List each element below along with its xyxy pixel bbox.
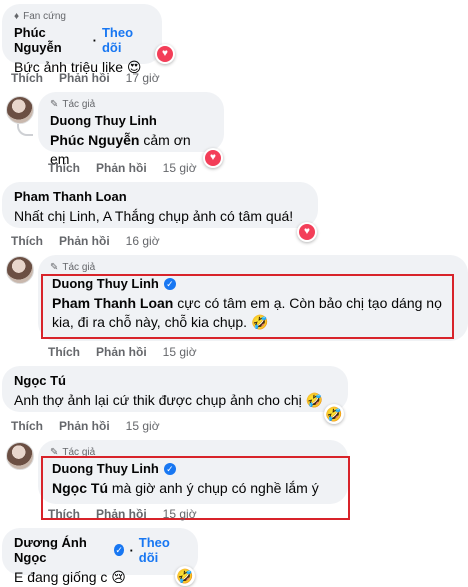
author-badge: Tác giả <box>62 99 96 110</box>
comment-bubble: Pham Thanh Loan Nhất chị Linh, A Thắng c… <box>2 182 318 228</box>
avatar[interactable] <box>6 442 34 470</box>
timestamp[interactable]: 16 giờ <box>126 234 160 248</box>
like-button[interactable]: Thích <box>48 507 80 521</box>
thread-line <box>17 124 33 136</box>
commenter-name[interactable]: Pham Thanh Loan <box>14 189 127 204</box>
comment-actions: Thích Phản hồi 17 giờ <box>11 71 160 85</box>
commenter-name[interactable]: Duong Thuy Linh <box>50 113 157 128</box>
comment-actions: Thích Phản hồi 15 giờ <box>48 161 197 175</box>
like-button[interactable]: Thích <box>11 71 43 85</box>
comment-bubble: ♦ Fan cứng Phúc Nguyễn · Theo dõi Bức ản… <box>2 4 162 75</box>
pencil-icon: ✎ <box>50 99 59 110</box>
timestamp[interactable]: 17 giờ <box>126 71 160 85</box>
sad-emoji: 😢 <box>111 569 126 585</box>
reply-button[interactable]: Phản hồi <box>59 71 110 85</box>
reaction-heart-icon[interactable]: ♥ <box>203 148 223 168</box>
mention-link[interactable]: Phúc Nguyễn <box>50 132 139 148</box>
comment-text: Nhất chị Linh, A Thắng chụp ảnh có tâm q… <box>14 208 294 224</box>
reply-button[interactable]: Phản hồi <box>96 345 147 359</box>
reply-bubble: ✎ Tác giả Duong Thuy Linh Phúc Nguyễn cả… <box>38 92 224 167</box>
commenter-name[interactable]: Ngọc Tú <box>14 373 66 388</box>
verified-badge-icon: ✓ <box>113 544 125 556</box>
laughing-emoji: 🤣 <box>305 392 324 408</box>
comment-text: E đang giống c <box>14 569 108 585</box>
like-button[interactable]: Thích <box>11 419 43 433</box>
comment-bubble: Dương Ánh Ngọc ✓ · Theo dõi E đang giống… <box>2 528 198 585</box>
like-button[interactable]: Thích <box>48 161 80 175</box>
timestamp[interactable]: 15 giờ <box>163 507 197 521</box>
comment-actions: Thích Phản hồi 15 giờ <box>48 507 197 521</box>
comment-bubble: Ngọc Tú Anh thợ ảnh lại cứ thik được chụ… <box>2 366 348 412</box>
reply-button[interactable]: Phản hồi <box>59 234 110 248</box>
highlight-box <box>41 274 454 339</box>
follow-button[interactable]: Theo dõi <box>139 535 186 565</box>
reaction-laugh-icon[interactable]: 🤣 <box>175 566 195 586</box>
avatar[interactable] <box>6 96 34 124</box>
timestamp[interactable]: 15 giờ <box>126 419 160 433</box>
diamond-icon: ♦ <box>14 11 20 22</box>
reply-button[interactable]: Phản hồi <box>96 507 147 521</box>
like-button[interactable]: Thích <box>48 345 80 359</box>
like-button[interactable]: Thích <box>11 234 43 248</box>
reaction-laugh-icon[interactable]: 🤣 <box>324 404 344 424</box>
timestamp[interactable]: 15 giờ <box>163 345 197 359</box>
comment-actions: Thích Phản hồi 15 giờ <box>48 345 197 359</box>
commenter-name[interactable]: Phúc Nguyễn <box>14 25 88 55</box>
comment-actions: Thích Phản hồi 16 giờ <box>11 234 160 248</box>
follow-button[interactable]: Theo dõi <box>102 25 150 55</box>
reply-button[interactable]: Phản hồi <box>96 161 147 175</box>
author-badge: Tác giả <box>62 262 96 273</box>
reaction-heart-icon[interactable]: ♥ <box>297 222 317 242</box>
timestamp[interactable]: 15 giờ <box>163 161 197 175</box>
comment-text: Anh thợ ảnh lại cứ thik được chụp ảnh ch… <box>14 392 302 408</box>
reply-button[interactable]: Phản hồi <box>59 419 110 433</box>
fan-badge: Fan cứng <box>23 11 66 22</box>
reaction-heart-icon[interactable]: ♥ <box>155 44 175 64</box>
pencil-icon: ✎ <box>50 262 59 273</box>
avatar[interactable] <box>6 256 34 284</box>
comment-actions: Thích Phản hồi 15 giờ <box>11 419 160 433</box>
commenter-name[interactable]: Dương Ánh Ngọc <box>14 535 109 565</box>
